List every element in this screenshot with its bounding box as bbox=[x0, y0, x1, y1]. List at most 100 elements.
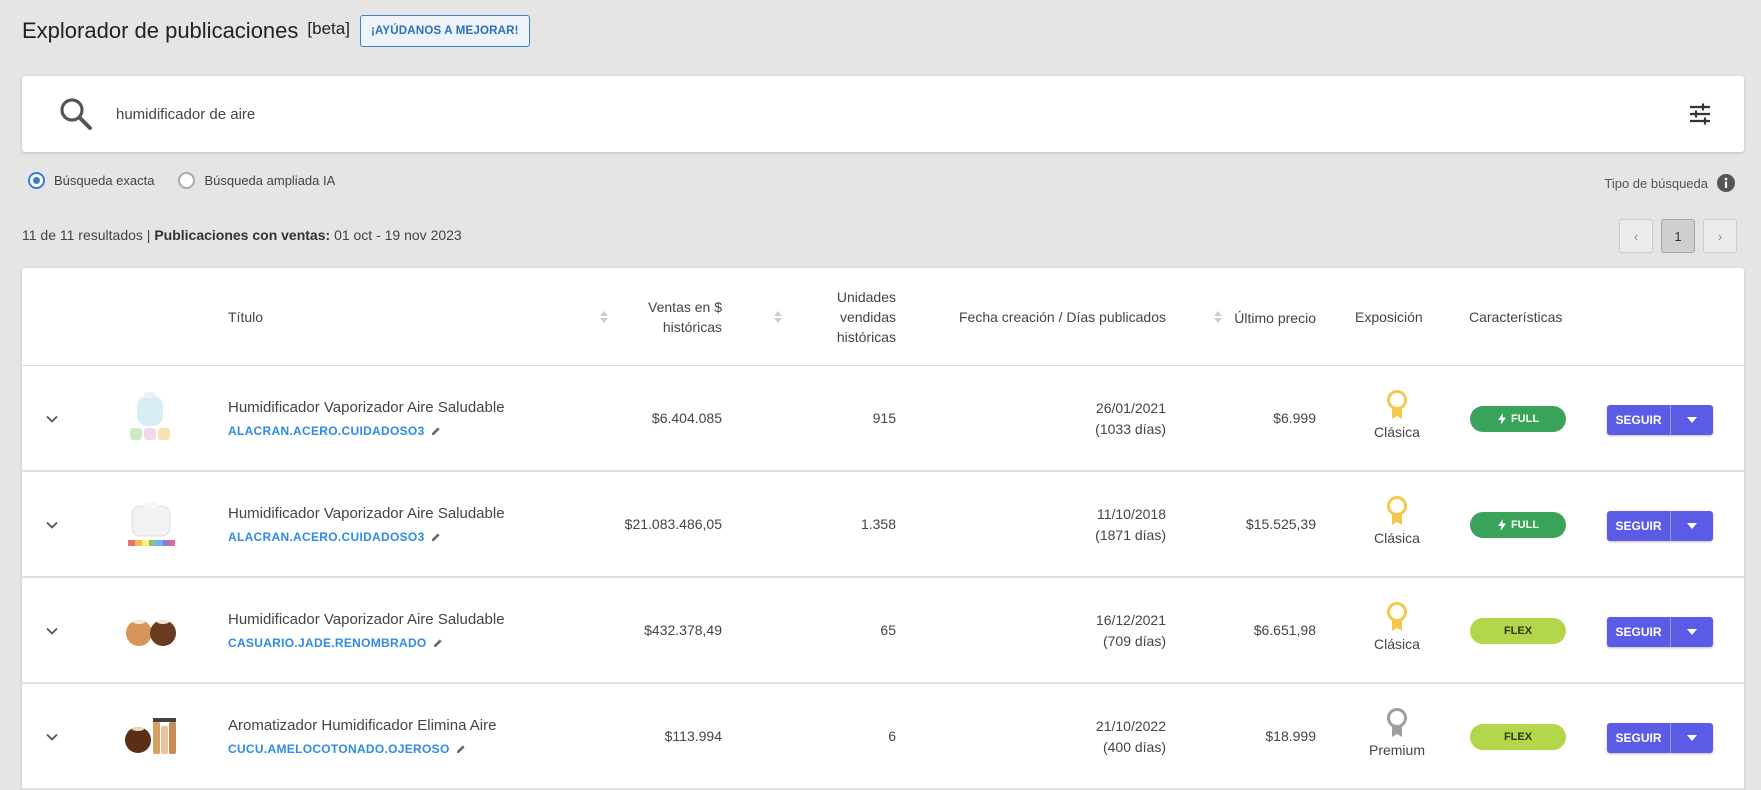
date-cell: 26/01/2021 (1033 días) bbox=[1095, 398, 1166, 440]
seller-link[interactable]: ALACRAN.ACERO.CUIDADOSO3 bbox=[228, 530, 441, 544]
exposure-label: Clásica bbox=[1374, 424, 1420, 440]
current-page-button[interactable]: 1 bbox=[1661, 219, 1695, 253]
price-value: $6.999 bbox=[1273, 410, 1316, 426]
tune-icon[interactable] bbox=[1688, 102, 1712, 126]
units-value: 915 bbox=[872, 410, 896, 426]
info-icon[interactable] bbox=[1717, 174, 1735, 192]
follow-button[interactable]: SEGUIR bbox=[1607, 511, 1671, 541]
medal-gold-icon bbox=[1387, 496, 1407, 525]
follow-dropdown-button[interactable] bbox=[1671, 617, 1713, 647]
listing-title[interactable]: Humidificador Vaporizador Aire Saludable bbox=[228, 399, 505, 416]
sort-icon[interactable] bbox=[600, 311, 608, 323]
table-row[interactable]: Aromatizador Humidificador Elimina Aire … bbox=[22, 684, 1744, 790]
table-row[interactable]: Humidificador Vaporizador Aire Saludable… bbox=[22, 578, 1744, 684]
search-input[interactable] bbox=[116, 102, 1516, 126]
col-date[interactable]: Fecha creación / Días publicados bbox=[959, 307, 1166, 327]
creation-date: 16/12/2021 bbox=[1095, 612, 1166, 628]
caret-down-icon bbox=[1687, 523, 1697, 529]
col-units[interactable]: Unidades vendidas históricas bbox=[837, 287, 896, 347]
seller-link[interactable]: CASUARIO.JADE.RENOMBRADO bbox=[228, 636, 443, 650]
feedback-button[interactable]: ¡AYÚDANOS A MEJORAR! bbox=[359, 15, 530, 47]
col-title[interactable]: Título bbox=[228, 307, 263, 327]
follow-split-button[interactable]: SEGUIR bbox=[1607, 511, 1713, 541]
col-features: Características bbox=[1469, 309, 1563, 325]
col-price[interactable]: Último precio bbox=[1234, 308, 1316, 328]
radio-button-checked[interactable] bbox=[28, 172, 45, 189]
results-period-value: 01 oct - 19 nov 2023 bbox=[334, 227, 462, 243]
listing-title[interactable]: Humidificador Vaporizador Aire Saludable bbox=[228, 611, 505, 628]
follow-dropdown-button[interactable] bbox=[1671, 723, 1713, 753]
date-cell: 21/10/2022 (400 días) bbox=[1096, 716, 1166, 758]
chevron-down-icon[interactable] bbox=[44, 623, 60, 639]
seller-link[interactable]: ALACRAN.ACERO.CUIDADOSO3 bbox=[228, 424, 441, 438]
prev-page-button[interactable]: ‹ bbox=[1619, 219, 1653, 253]
sales-value: $21.083.486,05 bbox=[624, 516, 722, 532]
pencil-icon[interactable] bbox=[430, 426, 441, 437]
radio-ai-search[interactable]: Búsqueda ampliada IA bbox=[178, 172, 335, 189]
exposure-cell: Clásica bbox=[1357, 496, 1437, 546]
lightning-icon bbox=[1497, 413, 1506, 425]
sales-value: $432.378,49 bbox=[644, 622, 722, 638]
chevron-down-icon[interactable] bbox=[44, 411, 60, 427]
beta-label: [beta] bbox=[307, 19, 350, 38]
pencil-icon[interactable] bbox=[432, 638, 443, 649]
days-published: (709 días) bbox=[1102, 633, 1166, 649]
results-count: 11 de 11 resultados | bbox=[22, 227, 151, 243]
col-units-line1: Unidades bbox=[836, 289, 896, 305]
next-page-button[interactable]: › bbox=[1703, 219, 1737, 253]
follow-button[interactable]: SEGUIR bbox=[1607, 723, 1671, 753]
badge-label: FLEX bbox=[1503, 731, 1533, 743]
badge-label: FULL bbox=[1510, 519, 1540, 531]
price-value: $18.999 bbox=[1265, 728, 1316, 744]
radio-exact-search[interactable]: Búsqueda exacta bbox=[28, 172, 154, 189]
search-icon[interactable] bbox=[56, 94, 96, 134]
search-type-selector: Búsqueda exacta Búsqueda ampliada IA bbox=[28, 172, 359, 189]
follow-dropdown-button[interactable] bbox=[1671, 511, 1713, 541]
listing-title[interactable]: Humidificador Vaporizador Aire Saludable bbox=[228, 505, 505, 522]
page-header: Explorador de publicaciones [beta] ¡AYÚD… bbox=[22, 14, 530, 48]
sort-icon[interactable] bbox=[1214, 311, 1222, 323]
chevron-down-icon[interactable] bbox=[44, 517, 60, 533]
exposure-label: Premium bbox=[1368, 742, 1425, 758]
exposure-cell: Clásica bbox=[1357, 390, 1437, 440]
product-thumbnail[interactable] bbox=[122, 390, 180, 448]
follow-split-button[interactable]: SEGUIR bbox=[1607, 723, 1713, 753]
lightning-icon bbox=[1497, 519, 1506, 531]
follow-button[interactable]: SEGUIR bbox=[1607, 617, 1671, 647]
product-thumbnail[interactable] bbox=[122, 602, 180, 660]
seller-name[interactable]: CASUARIO.JADE.RENOMBRADO bbox=[228, 636, 427, 650]
pagination: ‹ 1 › bbox=[1611, 219, 1737, 253]
seller-link[interactable]: CUCU.AMELOCOTONADO.OJEROSO bbox=[228, 742, 466, 756]
table-header: Título Ventas en $ históricas Unidades v… bbox=[22, 268, 1744, 366]
col-sales[interactable]: Ventas en $ históricas bbox=[648, 297, 722, 337]
pencil-icon[interactable] bbox=[455, 744, 466, 755]
caret-down-icon bbox=[1687, 735, 1697, 741]
sort-icon[interactable] bbox=[774, 311, 782, 323]
chevron-down-icon[interactable] bbox=[44, 729, 60, 745]
units-value: 6 bbox=[888, 728, 896, 744]
follow-split-button[interactable]: SEGUIR bbox=[1607, 617, 1713, 647]
medal-gold-icon bbox=[1387, 602, 1407, 631]
listing-title[interactable]: Aromatizador Humidificador Elimina Aire bbox=[228, 717, 496, 734]
seller-name[interactable]: CUCU.AMELOCOTONADO.OJEROSO bbox=[228, 742, 450, 756]
results-table: Título Ventas en $ históricas Unidades v… bbox=[22, 268, 1744, 790]
follow-split-button[interactable]: SEGUIR bbox=[1607, 405, 1713, 435]
product-thumbnail[interactable] bbox=[122, 708, 180, 766]
product-thumbnail[interactable] bbox=[122, 496, 180, 554]
table-row[interactable]: Humidificador Vaporizador Aire Saludable… bbox=[22, 472, 1744, 578]
pencil-icon[interactable] bbox=[430, 532, 441, 543]
search-type-info: Tipo de búsqueda bbox=[1604, 174, 1735, 192]
table-row[interactable]: Humidificador Vaporizador Aire Saludable… bbox=[22, 366, 1744, 472]
exposure-label: Clásica bbox=[1374, 530, 1420, 546]
follow-button[interactable]: SEGUIR bbox=[1607, 405, 1671, 435]
seller-name[interactable]: ALACRAN.ACERO.CUIDADOSO3 bbox=[228, 530, 425, 544]
full-badge: FULL bbox=[1470, 512, 1566, 538]
seller-name[interactable]: ALACRAN.ACERO.CUIDADOSO3 bbox=[228, 424, 425, 438]
results-summary: 11 de 11 resultados | Publicaciones con … bbox=[22, 227, 462, 243]
col-units-line2: vendidas bbox=[839, 309, 896, 325]
creation-date: 26/01/2021 bbox=[1095, 400, 1166, 416]
radio-button-unchecked[interactable] bbox=[178, 172, 196, 189]
col-units-line3: históricas bbox=[836, 329, 896, 345]
follow-dropdown-button[interactable] bbox=[1671, 405, 1713, 435]
search-bar bbox=[22, 76, 1744, 152]
